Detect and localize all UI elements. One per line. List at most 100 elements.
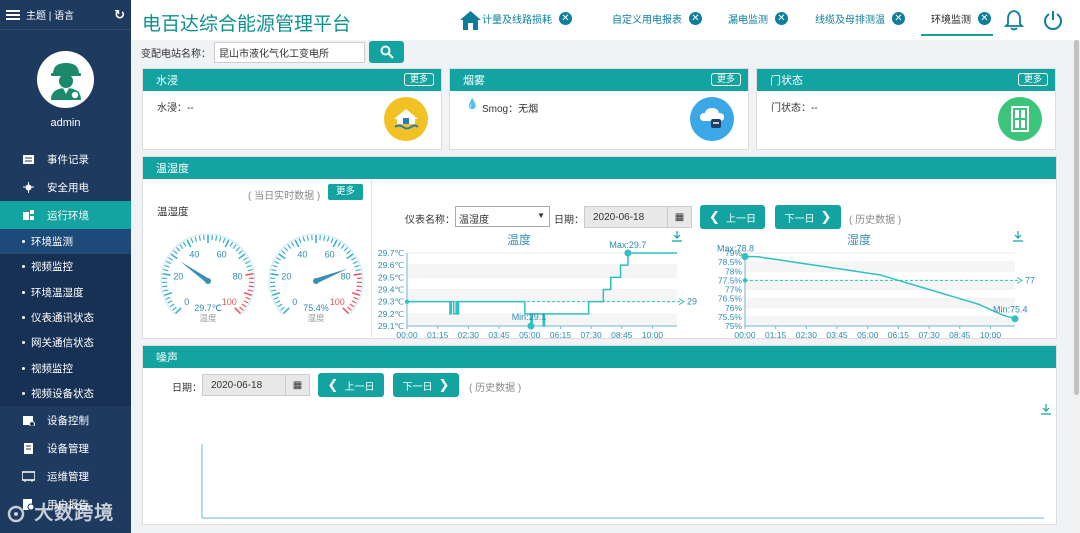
watermark: 大数跨境: [6, 498, 114, 525]
bullet-icon: [22, 341, 25, 345]
sidebar-subitem-label: 视频监控: [31, 261, 73, 274]
station-name-input[interactable]: [214, 41, 365, 63]
close-icon[interactable]: ✕: [775, 12, 788, 25]
gauge-tick: [353, 296, 359, 300]
tab-3[interactable]: 线缆及母排测温 ✕: [815, 11, 905, 26]
close-icon[interactable]: ✕: [559, 12, 572, 25]
meter-select[interactable]: 温湿度 ▼: [455, 206, 550, 227]
gauge-tick: [294, 239, 300, 248]
gauge-tick: [164, 291, 173, 296]
refresh-icon[interactable]: ↻: [114, 7, 125, 23]
gauge-tick: [194, 236, 198, 242]
username: admin: [50, 117, 81, 129]
gauge-tick: [280, 306, 285, 311]
x-tick-label: 10:00: [980, 330, 1002, 340]
download-icon[interactable]: [672, 231, 682, 242]
smoke-more-button[interactable]: 更多: [710, 73, 741, 86]
y-tick-label: 78%: [725, 266, 742, 276]
noise-prev-day-button[interactable]: ❮ 上一日: [318, 373, 384, 397]
close-icon[interactable]: ✕: [892, 12, 905, 25]
gauge-tick: [346, 253, 354, 260]
prev-day-button[interactable]: ❮ 上一日: [700, 205, 765, 229]
gauge-more-button[interactable]: 更多: [328, 184, 364, 200]
gauge-tick: [169, 303, 175, 308]
noise-download-icon[interactable]: [1040, 403, 1052, 415]
tab-4[interactable]: 环境监测 ✕: [931, 11, 991, 26]
noise-calendar-icon[interactable]: ▦: [285, 375, 309, 395]
average-label: 77: [1025, 275, 1035, 285]
door-more-button[interactable]: 更多: [1017, 73, 1048, 86]
noise-date-input[interactable]: 2020-06-18 ▦: [202, 374, 310, 396]
sidebar-item-sidebar.menu1[interactable]: 安全用电: [0, 173, 131, 201]
date-input[interactable]: 2020-06-18 ▦: [584, 206, 692, 228]
sidebar-item-sidebar.menu2[interactable]: 运行环境: [0, 201, 131, 229]
page-scrollbar[interactable]: [1073, 40, 1080, 533]
y-tick-label: 76.5%: [718, 294, 743, 304]
tab-label: 环境监测: [931, 15, 971, 26]
power-icon[interactable]: [1043, 10, 1063, 30]
sidebar-item-sidebar.menu22[interactable]: 运维管理: [0, 462, 131, 490]
gauge-tick: [287, 244, 292, 249]
sidebar-item-label: 事件记录: [47, 153, 89, 166]
gauge-tick: [330, 238, 334, 244]
scrollbar-thumb[interactable]: [1074, 40, 1079, 395]
sidebar-item-sidebar.menu21[interactable]: 设备管理: [0, 434, 131, 462]
menu-toggle-icon[interactable]: [6, 8, 20, 22]
x-tick-label: 00:00: [734, 330, 756, 340]
sidebar-subitem[interactable]: 环境监测: [0, 229, 131, 255]
close-icon[interactable]: ✕: [978, 12, 991, 25]
gauge-tick: [239, 306, 244, 311]
gauge-unit-label: 温度: [199, 313, 217, 323]
home-icon[interactable]: [460, 11, 481, 30]
gauge-tick: [163, 268, 169, 272]
sidebar-item-sidebar.menu20[interactable]: 设备控制: [0, 406, 131, 434]
sidebar-subitem[interactable]: 视频监控: [0, 355, 131, 381]
sidebar-subitem[interactable]: 仪表通讯状态: [0, 304, 131, 331]
temp-humidity-header: 温湿度: [143, 157, 1056, 179]
sidebar-item-sidebar.menu0[interactable]: 事件记录: [0, 145, 131, 173]
sidebar-subitem-label: 环境温湿度: [31, 286, 84, 299]
sidebar-subitem-label: 视频设备状态: [31, 387, 94, 400]
gauge-unit-label: 湿度: [307, 313, 325, 323]
gauge-tick: [238, 250, 243, 255]
prev-day-label: 上一日: [725, 213, 756, 225]
search-button[interactable]: [369, 41, 404, 63]
tab-2[interactable]: 漏电监测 ✕: [728, 11, 788, 26]
bullet-icon: [22, 391, 25, 395]
chevron-right-icon: ❯: [438, 377, 450, 392]
sidebar-subitem[interactable]: 网关通信状态: [0, 330, 131, 356]
record-icon: [23, 154, 34, 164]
gauge-tick: [242, 257, 248, 261]
gauge-tick: [306, 235, 309, 241]
sidebar-item-label: 设备控制: [47, 414, 89, 427]
min-label: Min:75.4: [993, 305, 1028, 315]
next-day-button[interactable]: 下一日 ❯: [775, 205, 841, 229]
humidity-chart: 湿度75%75.5%76%76.5%77%77.5%78%78.5%79%00:…: [717, 231, 1035, 340]
gauge-tick: [170, 253, 178, 260]
notification-bell-icon[interactable]: [1003, 9, 1025, 31]
noise-next-day-button[interactable]: 下一日 ❯: [393, 373, 459, 397]
sidebar-subitem[interactable]: 环境温湿度: [0, 279, 131, 305]
tab-label: 线缆及母排测温: [815, 15, 885, 26]
close-icon[interactable]: ✕: [689, 12, 702, 25]
history-note: ( 历史数据 ): [849, 215, 902, 226]
x-tick-label: 06:15: [550, 330, 572, 340]
x-tick-label: 03:45: [826, 330, 848, 340]
gauge-tick: [271, 268, 277, 272]
sidebar-header: 主题 | 语言 ↻: [0, 0, 131, 30]
sidebar-subitem[interactable]: 视频设备状态: [0, 380, 131, 407]
avatar[interactable]: [37, 51, 94, 108]
sidebar-subitem[interactable]: 视频监控: [0, 254, 131, 280]
watermark-logo-icon: [7, 505, 25, 523]
tab-1[interactable]: 自定义用电报表 ✕: [612, 11, 702, 26]
gauge-tick: [232, 244, 237, 249]
theme-language-switch[interactable]: 主题 | 语言: [26, 7, 114, 22]
gauge-tick: [174, 307, 182, 315]
calendar-icon[interactable]: ▦: [667, 207, 691, 227]
download-icon[interactable]: [1013, 231, 1023, 242]
water-more-button[interactable]: 更多: [403, 73, 434, 86]
tab-0[interactable]: 计量及线路损耗 ✕: [482, 11, 572, 26]
x-tick-label: 03:45: [488, 330, 510, 340]
door-icon: [998, 97, 1042, 141]
gauge-tick: [270, 289, 277, 292]
